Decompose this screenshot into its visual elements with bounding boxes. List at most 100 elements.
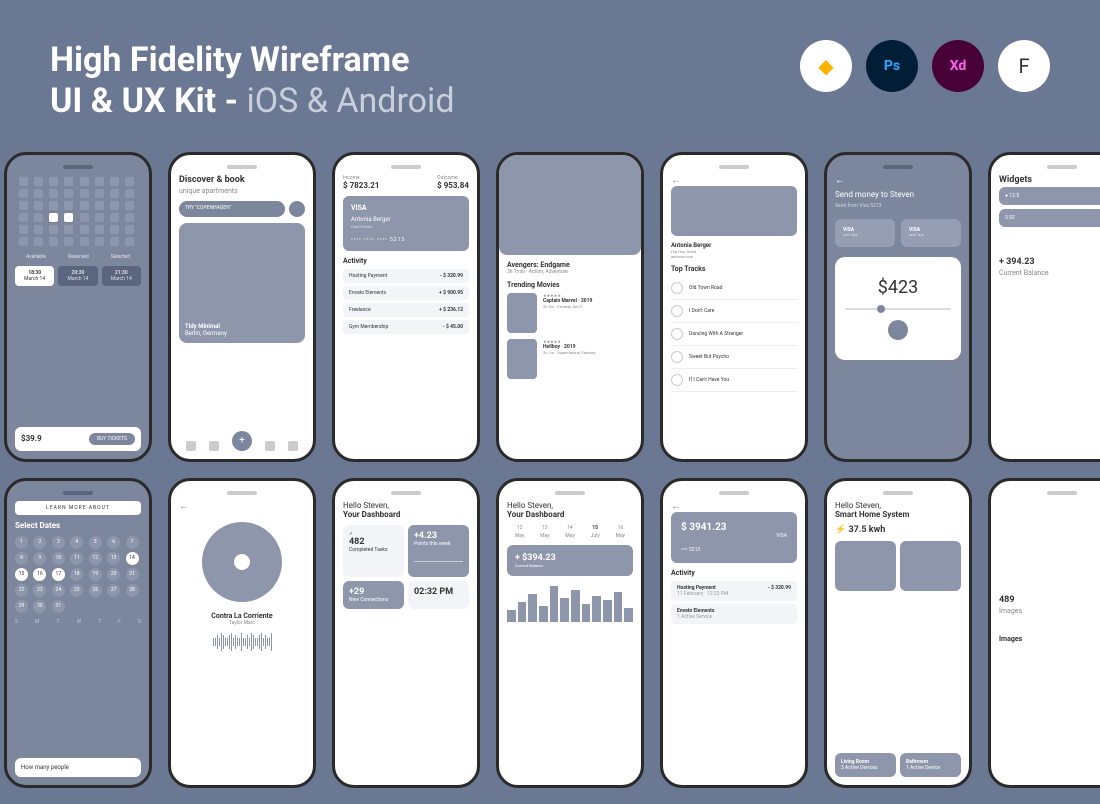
income-value: $ 7823.21 <box>343 181 379 190</box>
outcome-value: $ 953.84 <box>437 181 469 190</box>
activity-item[interactable]: Freelance+ $ 236.12 <box>343 303 469 317</box>
visa-card[interactable]: VISA•••• •••• <box>901 219 961 247</box>
back-icon[interactable]: ← <box>671 501 681 512</box>
seat-grid[interactable] <box>19 177 137 246</box>
search-icon[interactable] <box>209 441 219 451</box>
room-card[interactable]: Living Room3 Active Devices <box>835 753 896 777</box>
activity-header: Activity <box>671 569 797 577</box>
add-button[interactable]: + <box>232 431 252 451</box>
amount-slider[interactable] <box>845 308 951 310</box>
widgets-title: Widgets <box>999 175 1100 185</box>
activity-item[interactable]: Envato Elements+ $ 900.95 <box>343 286 469 300</box>
artist-image <box>671 186 797 236</box>
date-tabs[interactable]: 1213141516 <box>507 525 633 531</box>
discover-screen: Discover & book unique apartments TRY "C… <box>168 152 316 462</box>
dashboard-screen: Hello Steven, Your Dashboard ✓482Complet… <box>332 478 480 788</box>
album-art <box>202 522 282 602</box>
dashboard-title: Your Dashboard <box>343 510 469 519</box>
learn-banner[interactable]: LEARN MORE ABOUT <box>15 501 141 515</box>
play-icon[interactable] <box>671 305 683 317</box>
activity-item[interactable]: Hosting Payment11 February · 12:23 PM - … <box>671 581 797 601</box>
format-badges: ◆ Ps Xd F <box>800 40 1050 92</box>
home-title: Smart Home System <box>835 510 961 519</box>
track-item[interactable]: I Don't Care <box>671 300 797 323</box>
track-item[interactable]: If I Can't Have You <box>671 369 797 392</box>
finance2-screen: ← $ 3941.23 VISA •••• 5213 Activity Host… <box>660 478 808 788</box>
send-button[interactable] <box>888 320 908 340</box>
play-icon[interactable] <box>671 328 683 340</box>
title-line2: UI & UX Kit - iOS & Android <box>50 81 455 122</box>
time-slot[interactable]: 21:30March 14 <box>102 266 141 286</box>
tracks-header: Top Tracks <box>671 265 797 273</box>
figma-icon: F <box>998 40 1050 92</box>
power-value: ⚡ 37.5 kwh <box>835 525 961 535</box>
widget[interactable]: 5.92 <box>999 209 1100 227</box>
search-icon[interactable] <box>289 201 305 217</box>
track-item[interactable]: Sweet But Psycho <box>671 346 797 369</box>
apartment-card[interactable]: Tidy MinimalBerlin, Germany <box>179 223 305 343</box>
greeting: Hello Steven, <box>343 501 469 510</box>
visa-card[interactable]: VISA•••• •••• <box>835 219 895 247</box>
calendar-screen: LEARN MORE ABOUT Select Dates 1234567 89… <box>4 478 152 788</box>
ticket-price: $39.9 <box>21 434 42 443</box>
finance-screen: Income$ 7823.21 Outcome$ 953.84 VISA Ant… <box>332 152 480 462</box>
delta-label: Current Balance <box>999 269 1100 277</box>
profile-icon[interactable] <box>288 441 298 451</box>
dashboard-title: Your Dashboard <box>507 510 633 519</box>
search-input[interactable]: TRY "COPENHAGEN" <box>179 201 285 217</box>
tab-bar: + <box>179 441 305 451</box>
artist-site: antonia.com <box>671 254 797 259</box>
activity-item[interactable]: Envato Elements1 Active Service <box>671 604 797 624</box>
time-slot[interactable]: 18:30March 14 <box>15 266 54 286</box>
balance-card[interactable]: + $394.23Current Balance <box>507 545 633 576</box>
activity-item[interactable]: Hosting Payment- $ 320.99 <box>343 269 469 283</box>
amount-value: $423 <box>845 277 951 298</box>
play-icon[interactable] <box>671 374 683 386</box>
send-title: Send money to Steven <box>835 190 961 199</box>
fragment-screen: 489 Images Images <box>988 478 1100 788</box>
discover-title: Discover & book <box>179 175 305 185</box>
room-image[interactable] <box>900 541 961 591</box>
send-sub: Send from Visa 5213 <box>835 203 961 209</box>
images-header: Images <box>999 635 1100 643</box>
stat-card[interactable]: +4.23Points this week <box>408 525 469 577</box>
activity-header: Activity <box>343 257 469 265</box>
buy-button[interactable]: BUY TICKETS <box>89 433 135 445</box>
time-slot[interactable]: 20:30March 14 <box>58 266 97 286</box>
stat-value: 489 <box>999 595 1100 605</box>
back-icon[interactable]: ← <box>671 175 681 186</box>
time-card: 02:32 PM <box>408 581 469 609</box>
stat-card[interactable]: ✓482Completed Tasks <box>343 525 404 577</box>
people-selector[interactable]: How many people <box>15 758 141 777</box>
stat-card[interactable]: +29New Connections <box>343 581 404 609</box>
amount-panel: $423 <box>835 257 961 360</box>
room-card[interactable]: Bathroom1 Active Device <box>900 753 961 777</box>
legend-available: Available <box>26 254 46 260</box>
legend-reserved: Reserved <box>68 254 89 260</box>
track-item[interactable]: Old Town Road <box>671 277 797 300</box>
widgets-screen: Widgets ● 12.5 5.92 + 394.23 Current Bal… <box>988 152 1100 462</box>
track-item[interactable]: Dancing With A Stranger <box>671 323 797 346</box>
trending-header: Trending Movies <box>507 281 633 289</box>
photoshop-icon: Ps <box>866 40 918 92</box>
calendar-grid[interactable]: 1234567 891011121314 15161718192021 2223… <box>15 536 141 613</box>
play-icon[interactable] <box>671 351 683 363</box>
credit-card[interactable]: VISA Antonia Berger Card Holder •••• •••… <box>343 196 469 251</box>
smarthome-screen: Hello Steven, Smart Home System ⚡ 37.5 k… <box>824 478 972 788</box>
back-icon[interactable]: ← <box>179 501 189 512</box>
calendar-title: Select Dates <box>15 521 141 530</box>
heart-icon[interactable] <box>265 441 275 451</box>
waveform[interactable] <box>179 632 305 652</box>
balance-card[interactable]: $ 3941.23 VISA •••• 5213 <box>671 512 797 563</box>
back-icon[interactable]: ← <box>835 175 845 186</box>
sparkline <box>999 297 1100 317</box>
hero-image[interactable] <box>499 155 641 255</box>
movie-item[interactable]: ★★★★★Captain Marvel · 20192h 3m · Fantas… <box>507 293 633 333</box>
greeting: Hello Steven, <box>507 501 633 510</box>
widget[interactable]: ● 12.5 <box>999 187 1100 205</box>
play-icon[interactable] <box>671 282 683 294</box>
home-icon[interactable] <box>186 441 196 451</box>
movie-item[interactable]: ★★★★★Hellboy · 20192h 1m · Supernatural,… <box>507 339 633 379</box>
room-image[interactable] <box>835 541 896 591</box>
activity-item[interactable]: Gym Membership- $ 45.00 <box>343 320 469 334</box>
